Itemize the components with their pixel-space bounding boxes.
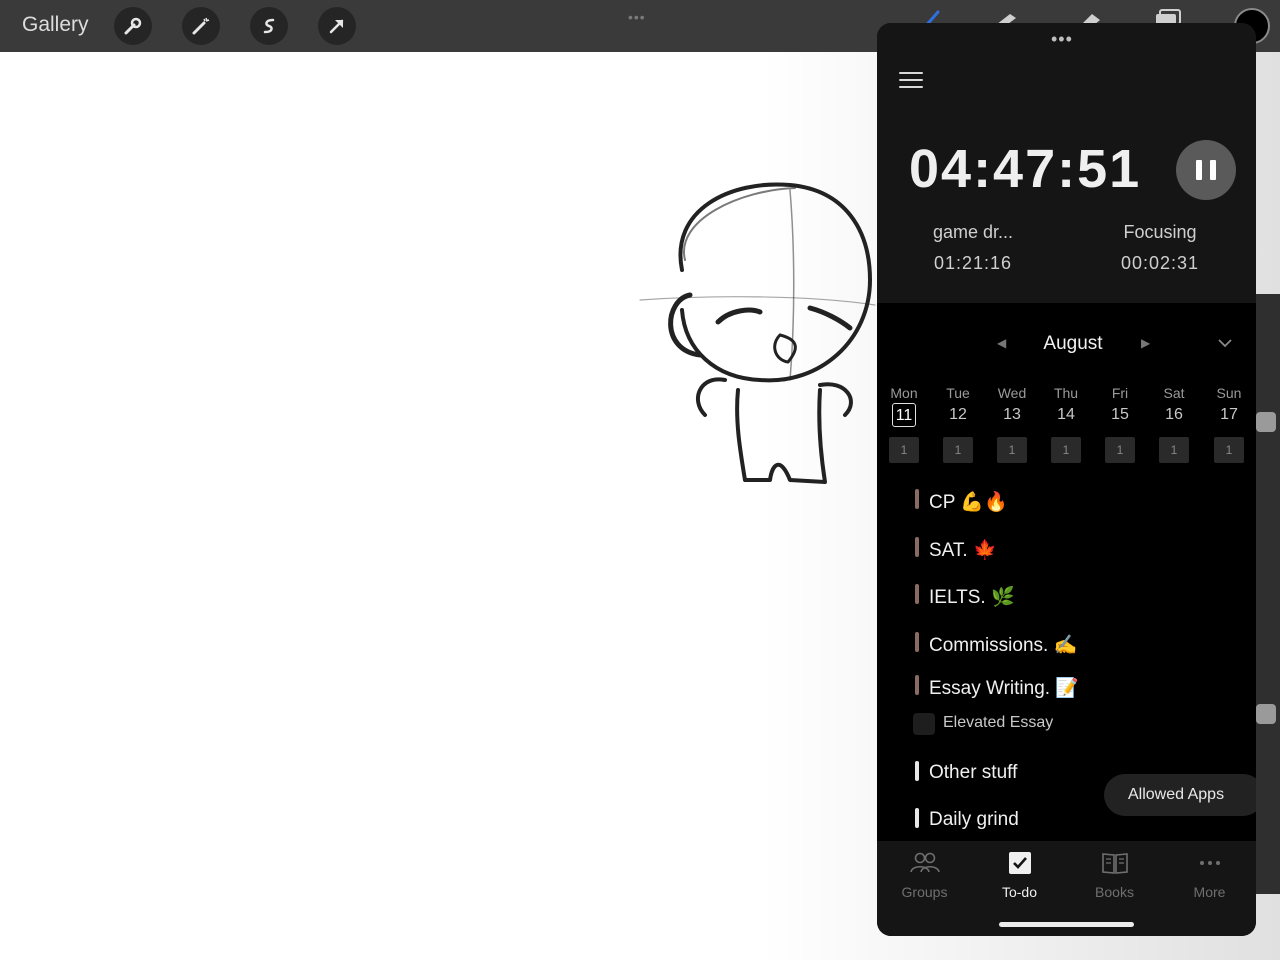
day-task-count: 1 (889, 437, 919, 463)
day-column[interactable]: Wed 13 1 (992, 385, 1032, 463)
day-number: 15 (1111, 406, 1129, 423)
task-label: IELTS. 🌿 (929, 587, 1015, 608)
mode-time: 00:02:31 (1120, 253, 1200, 273)
chevron-down-icon[interactable] (1217, 335, 1233, 353)
day-column[interactable]: Mon 11 1 (884, 385, 924, 463)
day-name: Sun (1216, 385, 1242, 401)
toolbar-handle-icon: ••• (628, 9, 646, 25)
day-column[interactable]: Fri 15 1 (1100, 385, 1140, 463)
day-number: 12 (949, 406, 967, 423)
panel-grabber-icon[interactable]: ••• (1051, 29, 1073, 50)
day-column[interactable]: Thu 14 1 (1046, 385, 1086, 463)
task-color-bar (915, 808, 919, 828)
task-label: Commissions. ✍️ (929, 635, 1078, 656)
day-task-count: 1 (1159, 437, 1189, 463)
tab-books[interactable]: Books (1067, 851, 1162, 900)
task-label: Essay Writing. 📝 (929, 678, 1080, 699)
pause-button[interactable] (1176, 140, 1236, 200)
next-month-icon[interactable]: ▶ (1141, 336, 1150, 350)
gallery-button[interactable]: Gallery (22, 13, 89, 37)
day-name: Sat (1163, 385, 1185, 401)
brush-size-sidebar[interactable] (1256, 294, 1280, 894)
selection-icon[interactable] (250, 7, 288, 45)
transform-arrow-icon[interactable] (318, 7, 356, 45)
more-icon (1199, 861, 1220, 865)
day-task-count: 1 (1105, 437, 1135, 463)
day-name: Mon (890, 385, 918, 401)
subtask-label: Elevated Essay (943, 714, 1054, 731)
day-task-count: 1 (1051, 437, 1081, 463)
day-number: 14 (1057, 406, 1075, 423)
task-color-bar (915, 584, 919, 604)
day-column[interactable]: Tue 12 1 (938, 385, 978, 463)
tab-label: To-do (1001, 884, 1038, 900)
task-label: CP 💪🔥 (929, 492, 1008, 513)
day-task-count: 1 (1214, 437, 1244, 463)
tab-groups[interactable]: Groups (877, 851, 972, 900)
magic-wand-icon[interactable] (182, 7, 220, 45)
day-name: Fri (1111, 385, 1129, 401)
day-task-count: 1 (997, 437, 1027, 463)
previous-month-icon[interactable]: ◀ (997, 336, 1006, 350)
task-color-bar (915, 632, 919, 652)
total-timer: 04:47:51 (909, 139, 1142, 199)
subtask-checkbox[interactable] (913, 713, 935, 735)
hamburger-menu-icon[interactable] (899, 72, 923, 93)
day-name: Tue (946, 385, 970, 401)
tab-label: Groups (901, 884, 948, 900)
day-number: 17 (1220, 406, 1238, 423)
tab-label: More (1193, 884, 1226, 900)
task-color-bar (915, 489, 919, 509)
mode-label: Focusing (1123, 222, 1197, 242)
sketch-drawing (639, 182, 876, 484)
task-color-bar (915, 761, 919, 781)
task-label: SAT. 🍁 (929, 540, 997, 561)
tab-todo[interactable]: To-do (972, 851, 1067, 900)
todo-check-icon (1008, 852, 1031, 874)
day-column[interactable]: Sun 17 1 (1209, 385, 1249, 463)
timer-section: ••• 04:47:51 game dr... 01:21:16 Focusin… (877, 23, 1256, 303)
wrench-icon[interactable] (114, 7, 152, 45)
tab-label: Books (1095, 884, 1134, 900)
day-name: Wed (997, 385, 1027, 401)
day-task-count: 1 (943, 437, 973, 463)
current-task-time: 01:21:16 (933, 253, 1013, 273)
focus-app-panel: ••• 04:47:51 game dr... 01:21:16 Focusin… (877, 23, 1256, 936)
month-title: August (1043, 333, 1103, 354)
task-color-bar (915, 537, 919, 557)
opacity-slider[interactable] (1256, 704, 1276, 724)
allowed-apps-button[interactable]: Allowed Apps (1104, 774, 1256, 816)
groups-icon (909, 852, 940, 873)
tab-more[interactable]: More (1162, 851, 1256, 900)
task-label: Daily grind (929, 809, 1019, 830)
home-indicator[interactable] (999, 922, 1134, 927)
task-label: Other stuff (929, 762, 1018, 783)
day-number: 16 (1165, 406, 1183, 423)
day-column[interactable]: Sat 16 1 (1154, 385, 1194, 463)
day-name: Thu (1053, 385, 1079, 401)
current-task-label: game dr... (932, 222, 1014, 242)
brush-size-slider[interactable] (1256, 412, 1276, 432)
day-number: 13 (1003, 406, 1021, 423)
day-number: 11 (892, 403, 916, 427)
task-color-bar (915, 675, 919, 695)
book-icon (1101, 853, 1128, 874)
